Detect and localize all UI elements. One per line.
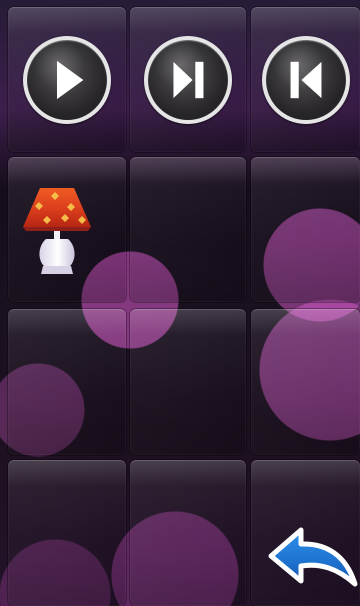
empty-tile-content: [130, 157, 131, 158]
previous-track-tile[interactable]: [251, 7, 360, 152]
empty-tile[interactable]: [251, 309, 360, 455]
play-icon: [27, 40, 107, 120]
next-track-button[interactable]: [144, 35, 232, 124]
next-track-tile[interactable]: [130, 7, 246, 152]
empty-tile[interactable]: [8, 309, 126, 455]
empty-tile-content: [130, 460, 131, 461]
media-control-screen: [0, 0, 360, 606]
empty-tile-content: [251, 157, 252, 158]
back-tile[interactable]: [251, 460, 360, 606]
lamp-tile[interactable]: [8, 157, 126, 302]
empty-tile-content: [8, 309, 9, 310]
next-track-icon: [148, 40, 228, 120]
empty-tile-content: [8, 460, 9, 461]
empty-tile[interactable]: [130, 460, 246, 606]
back-arrow-icon: [265, 525, 359, 593]
empty-tile[interactable]: [251, 157, 360, 302]
empty-tile-content: [251, 309, 252, 310]
play-tile[interactable]: [8, 7, 126, 152]
tile-grid: [0, 0, 360, 606]
previous-track-icon: [266, 40, 346, 120]
play-button[interactable]: [23, 35, 111, 124]
empty-tile[interactable]: [130, 309, 246, 455]
previous-track-button[interactable]: [261, 35, 350, 124]
empty-tile-content: [130, 309, 131, 310]
lamp-icon: [22, 184, 92, 276]
empty-tile[interactable]: [8, 460, 126, 606]
empty-tile[interactable]: [130, 157, 246, 302]
